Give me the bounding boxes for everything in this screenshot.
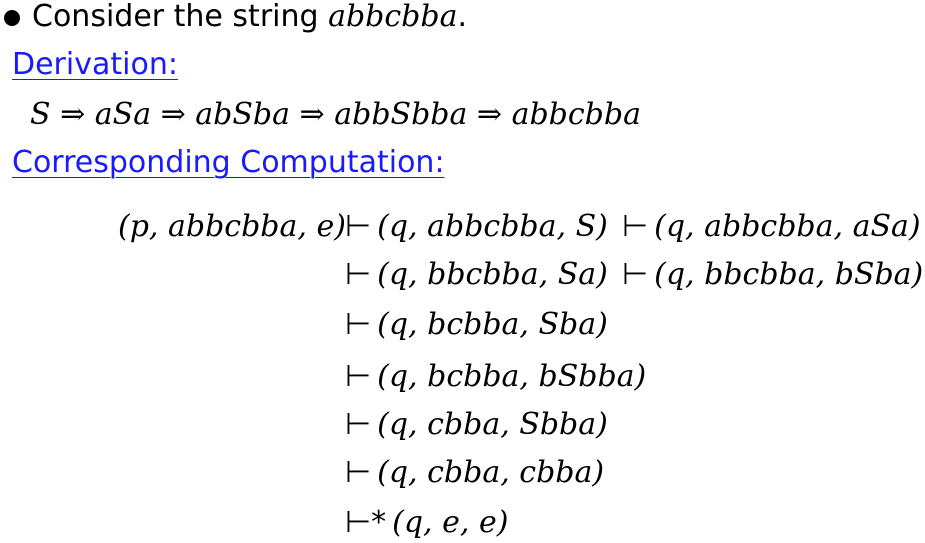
computation-row2-a: ⊢ (q, bbcbba, Sa) — [345, 260, 608, 290]
intro-line: Consider the string abbcbba. — [32, 2, 467, 32]
config: (q, cbba, Sbba) — [377, 407, 608, 442]
turnstile-symbol: ⊢ — [345, 257, 372, 292]
bullet-icon — [4, 10, 20, 26]
turnstile-symbol: ⊢ — [345, 455, 372, 490]
computation-row7: ⊢* (q, e, e) — [345, 508, 508, 538]
config: (q, bbcbba, bSba) — [654, 257, 924, 292]
turnstile-symbol: ⊢ — [345, 307, 372, 342]
config: (q, bbcbba, Sa) — [377, 257, 608, 292]
turnstile-symbol: ⊢ — [345, 209, 372, 244]
computation-row1-a: ⊢ (q, abbcbba, S) — [345, 212, 608, 242]
intro-text: Consider the string — [32, 0, 329, 34]
config: (q, bcbba, bSbba) — [377, 359, 647, 394]
turnstile-star-symbol: ⊢* — [345, 505, 387, 540]
computation-start: (p, abbcbba, e) — [118, 209, 346, 244]
config: (q, e, e) — [392, 505, 509, 540]
computation-row6: ⊢ (q, cbba, cbba) — [345, 458, 604, 488]
turnstile-symbol: ⊢ — [622, 209, 649, 244]
config: (q, cbba, cbba) — [377, 455, 605, 490]
intro-string: abbcbba — [328, 0, 458, 34]
computation-row5: ⊢ (q, cbba, Sbba) — [345, 410, 608, 440]
intro-period: . — [457, 0, 468, 34]
computation-row4: ⊢ (q, bcbba, bSbba) — [345, 362, 646, 392]
turnstile-symbol: ⊢ — [345, 359, 372, 394]
computation-heading: Corresponding Computation: — [12, 145, 445, 180]
derivation-expression: S ⇒ aSa ⇒ abSba ⇒ abbSbba ⇒ abbcbba — [30, 97, 641, 132]
config: (q, abbcbba, S) — [377, 209, 608, 244]
config: (q, abbcbba, aSa) — [654, 209, 921, 244]
computation-row2-b: ⊢ (q, bbcbba, bSba) — [622, 260, 923, 290]
computation-row3: ⊢ (q, bcbba, Sba) — [345, 310, 608, 340]
turnstile-symbol: ⊢ — [345, 407, 372, 442]
config: (q, bcbba, Sba) — [377, 307, 608, 342]
turnstile-symbol: ⊢ — [622, 257, 649, 292]
derivation-heading: Derivation: — [12, 47, 178, 82]
computation-row1-b: ⊢ (q, abbcbba, aSa) — [622, 212, 921, 242]
